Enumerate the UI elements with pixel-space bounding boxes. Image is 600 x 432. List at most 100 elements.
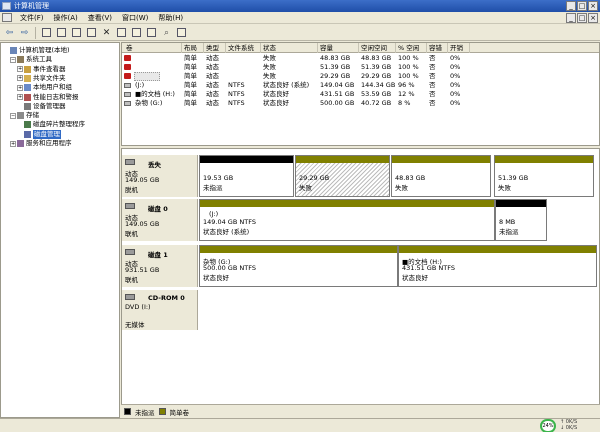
tree-item-label: 设备管理器: [33, 101, 66, 110]
help-button[interactable]: [85, 27, 98, 39]
table-row[interactable]: ■的文档 (H:) 简单 动态 NTFS 状态良好 431.51 GB 53.59 GB 12…: [122, 90, 599, 99]
cell-name: 杂物 (G:): [135, 99, 163, 107]
expand-toggle[interactable]: +: [17, 66, 23, 73]
table-row[interactable]: 杂物 (G:) 简单 动态 NTFS 状态良好 500.00 GB 40.72 GB 8 % 否…: [122, 99, 599, 108]
disk-graphical-view[interactable]: 丢失 动态 149.05 GB 脱机 19.53 GB 未指派 29.29 GB 失败 48.8…: [121, 148, 600, 418]
partition[interactable]: ■的文档 (H:) 431.51 GB NTFS 状态良好: [398, 245, 597, 287]
column-header[interactable]: 容错: [427, 43, 448, 53]
tree-item[interactable]: + 事件查看器: [17, 65, 66, 74]
storage-icon: [17, 112, 24, 120]
cell-fs: NTFS: [228, 81, 245, 89]
tree-item[interactable]: − 存储: [10, 111, 39, 120]
partition[interactable]: 19.53 GB 未指派: [199, 155, 294, 197]
console-tree[interactable]: 计算机管理(本地) − 系统工具 + 事件查看器 + 共享文件夹 + 本地用户和组 + 性能日志和警…: [0, 42, 120, 418]
column-header[interactable]: 卷: [124, 43, 182, 53]
close-button[interactable]: ×: [588, 1, 598, 11]
table-row[interactable]: 简单 动态 失败 29.29 GB 29.29 GB 100 % 否 0%: [122, 72, 599, 81]
volume-list[interactable]: 卷布局 类型 文件系统 状态 容量 空闲空间% 空闲 容错 开销 简单 动态 失败 48.83 GB…: [121, 42, 600, 146]
tree-item[interactable]: + 本地用户和组: [17, 83, 72, 92]
computer-icon: [10, 47, 17, 54]
window-title: 计算机管理: [14, 2, 49, 10]
column-header[interactable]: 状态: [261, 43, 318, 53]
tree-item-label: 存储: [26, 111, 39, 120]
expand-toggle[interactable]: +: [17, 75, 23, 82]
tree-item[interactable]: + 性能日志和警报: [17, 93, 79, 102]
tree-item[interactable]: + 共享文件夹: [17, 74, 66, 83]
tools-icon: [17, 56, 24, 64]
expand-toggle[interactable]: +: [17, 94, 23, 100]
menu-view[interactable]: 查看(V): [83, 13, 117, 23]
tree-item[interactable]: − 系统工具: [10, 55, 52, 64]
disk-detail: 联机: [125, 276, 138, 284]
tree-item[interactable]: 磁盘管理: [17, 129, 61, 139]
search-button[interactable]: ⌕: [160, 27, 173, 39]
cell-overhead: 0%: [450, 99, 461, 107]
volume-icon: [124, 101, 131, 106]
tree-item[interactable]: 设备管理器: [17, 102, 66, 111]
minimize-button[interactable]: _: [566, 1, 576, 11]
disk-info[interactable]: CD-ROM 0 DVD (I:) 无媒体: [122, 290, 198, 330]
partition[interactable]: 8 MB 未指派: [495, 199, 547, 241]
cell-type: 动态: [206, 81, 219, 89]
document-icon[interactable]: [2, 13, 12, 22]
cell-capacity: 500.00 GB: [320, 99, 355, 107]
expand-toggle[interactable]: −: [10, 56, 16, 63]
partition-text: 状态良好: [203, 274, 229, 282]
table-row[interactable]: 简单 动态 失败 51.39 GB 51.39 GB 100 % 否 0%: [122, 63, 599, 72]
disk-info[interactable]: 磁盘 0 动态 149.05 GB 联机: [122, 199, 198, 241]
child-restore-button[interactable]: □: [577, 13, 587, 23]
partition[interactable]: 杂物 (G:) 500.00 GB NTFS 状态良好: [199, 245, 398, 287]
column-header[interactable]: 布局: [182, 43, 204, 53]
disk-icon: [125, 203, 135, 209]
cell-fs: NTFS: [228, 90, 245, 98]
export-button[interactable]: [115, 27, 128, 39]
column-header[interactable]: 容量: [318, 43, 359, 53]
network-monitor[interactable]: 24% ↑ 0K/S ↓ 0K/S: [540, 419, 598, 432]
disk-info[interactable]: 丢失 动态 149.05 GB 脱机: [122, 155, 198, 197]
expand-toggle[interactable]: +: [17, 84, 23, 91]
properties-button[interactable]: [70, 27, 83, 39]
check-button[interactable]: [145, 27, 158, 39]
child-close-button[interactable]: ×: [588, 13, 598, 23]
column-header[interactable]: 开销: [448, 43, 470, 53]
column-header[interactable]: 类型: [204, 43, 226, 53]
status-bar: 24% ↑ 0K/S ↓ 0K/S: [0, 418, 600, 432]
menu-window[interactable]: 窗口(W): [117, 13, 153, 23]
cell-capacity: 29.29 GB: [320, 72, 351, 80]
show-hide-tree-button[interactable]: [55, 27, 68, 39]
menu-help[interactable]: 帮助(H): [153, 13, 188, 23]
tree-item-label: 磁盘碎片整理程序: [33, 120, 85, 129]
partition[interactable]: (J:) 149.04 GB NTFS 状态良好 (系统): [199, 199, 495, 241]
partition[interactable]: 51.39 GB 失败: [494, 155, 594, 197]
tree-item[interactable]: 计算机管理(本地): [3, 46, 70, 55]
back-button[interactable]: ⇦: [3, 27, 16, 39]
partition-button[interactable]: [175, 27, 188, 39]
disk-detail: 脱机: [125, 186, 138, 194]
delete-button[interactable]: ✕: [100, 27, 113, 39]
table-row[interactable]: 简单 动态 失败 48.83 GB 48.83 GB 100 % 否 0%: [122, 54, 599, 63]
cell-capacity: 149.04 GB: [320, 81, 355, 89]
column-header[interactable]: 文件系统: [226, 43, 261, 53]
performance-icon: [24, 93, 31, 101]
partition-text: 未指派: [203, 184, 223, 192]
partition[interactable]: 48.83 GB 失败: [391, 155, 491, 197]
disk-button[interactable]: [130, 27, 143, 39]
cell-free: 48.83 GB: [361, 54, 392, 62]
disk-info[interactable]: 磁盘 1 动态 931.51 GB 联机: [122, 245, 198, 287]
maximize-button[interactable]: □: [577, 1, 587, 11]
table-row[interactable]: (J:) 简单 动态 NTFS 状态良好 (系统) 149.04 GB 144.34 GB 9…: [122, 81, 599, 90]
column-header[interactable]: 空闲空间: [359, 43, 396, 53]
forward-button[interactable]: ⇨: [18, 27, 31, 39]
expand-toggle[interactable]: −: [10, 112, 16, 119]
tree-item[interactable]: 磁盘碎片整理程序: [17, 120, 85, 129]
child-minimize-button[interactable]: _: [566, 13, 576, 23]
column-header[interactable]: % 空闲: [396, 43, 427, 53]
up-level-button[interactable]: [40, 27, 53, 39]
partition[interactable]: 29.29 GB 失败: [295, 155, 390, 197]
expand-toggle[interactable]: +: [10, 140, 16, 147]
cell-status: 失败: [263, 72, 276, 80]
menu-file[interactable]: 文件(F): [15, 13, 49, 23]
legend-swatch: [158, 408, 166, 415]
menu-action[interactable]: 操作(A): [49, 13, 83, 23]
tree-item[interactable]: + 服务和应用程序: [10, 139, 72, 148]
